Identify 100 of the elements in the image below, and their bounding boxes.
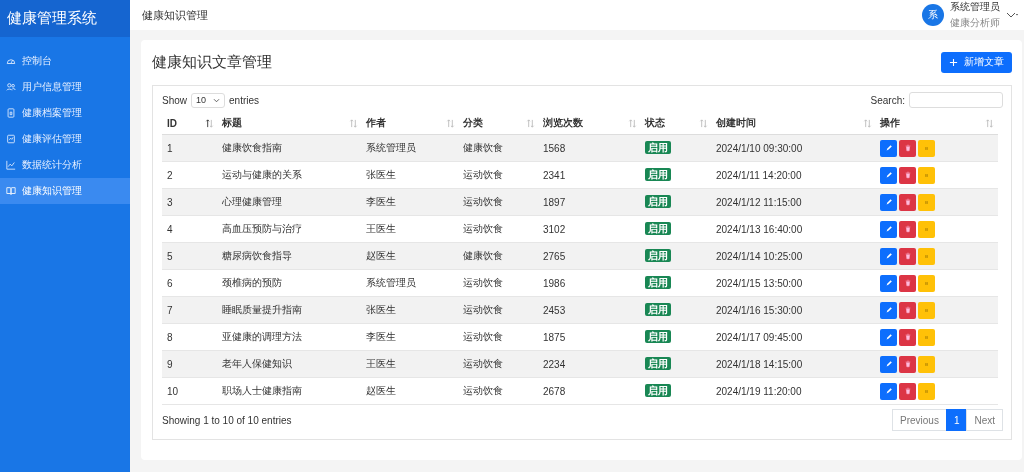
author-cell: 张医生: [366, 169, 396, 180]
pencil-icon: [884, 225, 893, 233]
pause-icon: [923, 171, 930, 179]
pause-button[interactable]: [918, 220, 935, 238]
user-avatar[interactable]: 系: [922, 4, 944, 26]
gauge-icon: [6, 56, 16, 66]
date-cell: 2024/1/15 13:50:00: [716, 277, 803, 289]
column-header[interactable]: 作者: [362, 112, 459, 135]
pause-icon: [923, 144, 930, 152]
id-cell: 6: [167, 277, 173, 289]
id-cell: 3: [167, 196, 173, 208]
trash-icon: [903, 225, 912, 233]
delete-button[interactable]: [899, 193, 916, 211]
delete-button[interactable]: [899, 328, 916, 346]
edit-button[interactable]: [880, 247, 897, 265]
pause-icon: [923, 198, 930, 206]
edit-button[interactable]: [880, 193, 897, 211]
page-size-select[interactable]: 10: [191, 92, 225, 108]
sort-icon[interactable]: [205, 118, 214, 128]
date-cell: 2024/1/12 11:15:00: [716, 196, 802, 208]
book-icon: [6, 186, 16, 196]
title-cell: 职场人士健康指南: [222, 385, 302, 396]
category-cell: 运动饮食: [463, 277, 503, 288]
edit-button[interactable]: [880, 274, 897, 292]
edit-button[interactable]: [880, 139, 897, 157]
id-cell: 2: [167, 169, 173, 181]
author-cell: 赵医生: [366, 250, 396, 261]
pause-icon: [923, 279, 930, 287]
status-badge: 启用: [645, 357, 671, 370]
dropdown-icon[interactable]: [1006, 11, 1018, 19]
pause-button[interactable]: [918, 166, 935, 184]
pencil-icon: [884, 252, 893, 260]
chevron-down-icon: [213, 97, 220, 103]
id-cell: 7: [167, 304, 173, 316]
sidebar-item[interactable]: 数据统计分析: [0, 152, 130, 178]
column-header[interactable]: ID: [162, 112, 218, 135]
pagination-button[interactable]: Next: [966, 409, 1003, 431]
trash-icon: [903, 306, 912, 314]
pause-button[interactable]: [918, 301, 935, 319]
column-header[interactable]: 状态: [641, 112, 712, 135]
date-cell: 2024/1/11 14:20:00: [716, 169, 802, 181]
delete-button[interactable]: [899, 220, 916, 238]
date-cell: 2024/1/13 16:40:00: [716, 223, 803, 235]
delete-button[interactable]: [899, 382, 916, 400]
pause-button[interactable]: [918, 193, 935, 211]
pause-button[interactable]: [918, 139, 935, 157]
status-badge: 启用: [645, 195, 671, 208]
column-header[interactable]: 分类: [459, 112, 539, 135]
search-field[interactable]: [909, 92, 1003, 108]
pause-button[interactable]: [918, 355, 935, 373]
date-cell: 2024/1/10 09:30:00: [716, 142, 803, 154]
delete-button[interactable]: [899, 355, 916, 373]
pencil-icon: [884, 198, 893, 206]
title-cell: 运动与健康的关系: [222, 169, 302, 180]
user-name: 系统管理员: [950, 0, 1000, 14]
author-cell: 李医生: [366, 196, 396, 207]
column-header[interactable]: 操作: [876, 112, 998, 135]
pause-button[interactable]: [918, 382, 935, 400]
author-cell: 系统管理员: [366, 277, 416, 288]
category-cell: 运动饮食: [463, 331, 503, 342]
edit-button[interactable]: [880, 220, 897, 238]
author-cell: 王医生: [366, 223, 396, 234]
column-header[interactable]: 标题: [218, 112, 362, 135]
edit-button[interactable]: [880, 328, 897, 346]
trash-icon: [903, 144, 912, 152]
delete-button[interactable]: [899, 166, 916, 184]
sidebar-item[interactable]: 健康档案管理: [0, 100, 130, 126]
column-header[interactable]: 创建时间: [712, 112, 876, 135]
title-cell: 老年人保健知识: [222, 358, 292, 369]
category-cell: 健康饮食: [463, 142, 503, 153]
pagination-button[interactable]: 1: [945, 409, 968, 431]
sidebar-item[interactable]: 控制台: [0, 48, 130, 74]
entries-label: entries: [229, 94, 260, 106]
category-cell: 运动饮食: [463, 196, 503, 207]
delete-button[interactable]: [899, 301, 916, 319]
edit-button[interactable]: [880, 301, 897, 319]
pause-button[interactable]: [918, 247, 935, 265]
views-cell: 2234: [543, 358, 566, 370]
pause-icon: [923, 252, 930, 260]
delete-button[interactable]: [899, 274, 916, 292]
edit-button[interactable]: [880, 355, 897, 373]
add-article-button[interactable]: 新增文章: [941, 51, 1012, 73]
pencil-icon: [884, 306, 893, 314]
pause-button[interactable]: [918, 328, 935, 346]
entries-info: Showing 1 to 10 of 10 entries: [162, 414, 292, 426]
sidebar-item[interactable]: 用户信息管理: [0, 74, 130, 100]
views-cell: 1897: [543, 196, 566, 208]
show-label: Show: [162, 94, 187, 106]
pause-button[interactable]: [918, 274, 935, 292]
edit-button[interactable]: [880, 382, 897, 400]
sidebar-item[interactable]: 健康评估管理: [0, 126, 130, 152]
id-cell: 10: [167, 385, 179, 397]
delete-button[interactable]: [899, 139, 916, 157]
sidebar-item[interactable]: 健康知识管理: [0, 178, 130, 204]
pause-icon: [923, 306, 930, 314]
author-cell: 王医生: [366, 358, 396, 369]
status-badge: 启用: [645, 222, 671, 235]
delete-button[interactable]: [899, 247, 916, 265]
edit-button[interactable]: [880, 166, 897, 184]
column-header[interactable]: 浏览次数: [539, 112, 641, 135]
